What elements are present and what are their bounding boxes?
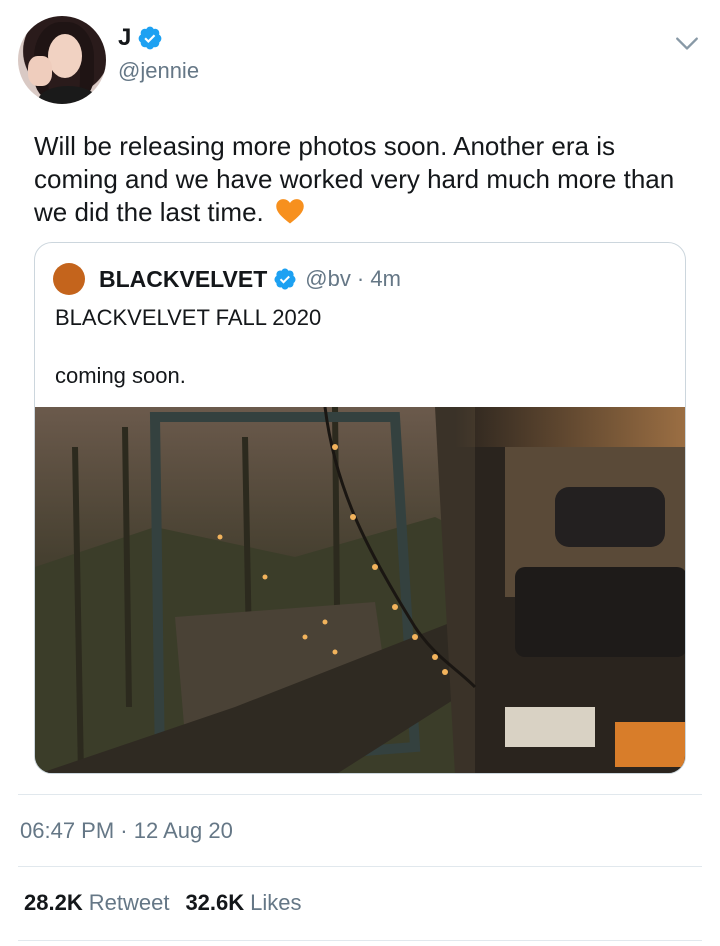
quoted-handle-time: @bv · 4m <box>305 266 401 291</box>
author-name-row[interactable]: J <box>118 24 163 52</box>
like-count[interactable]: 32.6K <box>185 890 244 916</box>
tweet-timestamp[interactable]: 06:47 PM · 12 Aug 20 <box>20 818 233 844</box>
quoted-text-line1: BLACKVELVET FALL 2020 <box>55 305 322 330</box>
like-label[interactable]: Likes <box>250 890 301 916</box>
quoted-tweet-card[interactable]: BLACKVELVET @bv · 4m BLACKVELVET FALL 20… <box>34 242 686 774</box>
retweet-count[interactable]: 28.2K <box>24 890 83 916</box>
verified-badge-icon <box>138 26 162 50</box>
chevron-down-icon[interactable] <box>674 30 700 56</box>
author-display-name[interactable]: J <box>118 24 131 52</box>
author-avatar[interactable] <box>18 16 106 104</box>
quoted-author-avatar <box>53 263 85 295</box>
quoted-text-line2: coming soon. <box>55 363 186 388</box>
divider-top <box>18 794 702 795</box>
tweet-header: J @jennie <box>18 16 702 108</box>
tweet-text: Will be releasing more photos soon. Anot… <box>34 130 694 229</box>
retweet-label[interactable]: Retweet <box>89 890 170 916</box>
car-interior-photo[interactable] <box>35 407 686 774</box>
quoted-tweet-header: BLACKVELVET @bv · 4m <box>53 263 401 295</box>
tweet-text-body: Will be releasing more photos soon. Anot… <box>34 131 675 227</box>
divider-middle <box>18 866 702 867</box>
author-handle[interactable]: @jennie <box>118 58 199 84</box>
tweet-stats: 28.2K Retweet 32.6K Likes <box>24 890 312 916</box>
avatar-face <box>48 34 82 78</box>
verified-badge-icon <box>274 268 296 290</box>
orange-heart-icon <box>276 199 304 224</box>
divider-bottom <box>18 940 702 941</box>
avatar-hand <box>28 56 52 86</box>
quoted-display-name: BLACKVELVET <box>99 265 268 292</box>
